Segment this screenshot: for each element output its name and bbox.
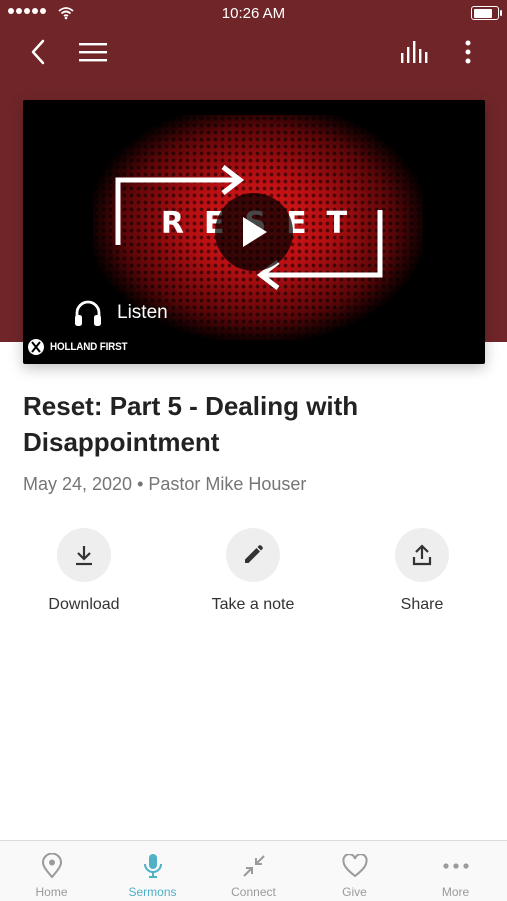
sermon-meta: May 24, 2020 • Pastor Mike Houser — [23, 474, 307, 494]
download-button[interactable]: Download — [19, 528, 149, 614]
tab-more[interactable]: More — [405, 841, 506, 901]
tab-connect-label: Connect — [231, 885, 276, 899]
download-label: Download — [48, 596, 120, 613]
tab-home[interactable]: Home — [1, 841, 102, 901]
play-button[interactable] — [215, 193, 293, 271]
take-note-circle — [226, 528, 280, 582]
church-brand: HOLLAND FIRST — [27, 338, 136, 356]
sermon-title: Reset: Part 5 - Dealing with Disappointm… — [23, 391, 359, 457]
status-time: 10:26 AM — [221, 5, 286, 22]
location-pin-icon — [41, 853, 62, 879]
menu-icon — [79, 43, 107, 62]
download-icon — [76, 546, 92, 566]
share-button[interactable]: Share — [357, 528, 487, 614]
back-button[interactable] — [22, 36, 54, 68]
play-icon — [243, 217, 267, 247]
status-bar: 10:26 AM — [0, 0, 507, 28]
share-label: Share — [400, 596, 444, 613]
listen-label: Listen — [117, 302, 168, 323]
more-horizontal-icon — [442, 863, 469, 869]
microphone-icon — [143, 854, 162, 878]
download-circle — [57, 528, 111, 582]
menu-button[interactable] — [77, 36, 109, 68]
share-circle — [395, 528, 449, 582]
headphones-icon — [75, 300, 101, 326]
tab-home-label: Home — [35, 885, 68, 899]
tab-more-label: More — [441, 885, 470, 899]
battery-level — [473, 8, 492, 18]
back-chevron-icon — [31, 39, 45, 65]
tab-sermons[interactable]: Sermons — [102, 841, 203, 901]
tab-give-label: Give — [342, 885, 367, 899]
tab-bar: Home Sermons Connect Give More — [0, 840, 507, 901]
audio-button[interactable] — [399, 36, 431, 68]
more-vertical-icon — [465, 40, 471, 64]
church-logo-icon — [28, 339, 44, 355]
brand-label: HOLLAND FIRST — [50, 341, 128, 353]
pencil-icon — [245, 545, 263, 563]
collapse-arrows-icon — [242, 855, 265, 877]
tab-give[interactable]: Give — [304, 841, 405, 901]
heart-icon — [341, 854, 368, 878]
tab-sermons-label: Sermons — [128, 885, 177, 899]
audio-bars-icon — [401, 41, 428, 63]
share-icon — [412, 544, 432, 566]
take-note-label: Take a note — [211, 596, 295, 613]
tab-connect[interactable]: Connect — [203, 841, 304, 901]
battery-icon — [471, 6, 502, 20]
more-options-button[interactable] — [452, 36, 484, 68]
listen-button[interactable]: Listen — [73, 296, 168, 330]
sermon-media-player[interactable]: RESET Listen HOLLAND FIRST — [23, 100, 485, 364]
take-note-button[interactable]: Take a note — [188, 528, 318, 614]
